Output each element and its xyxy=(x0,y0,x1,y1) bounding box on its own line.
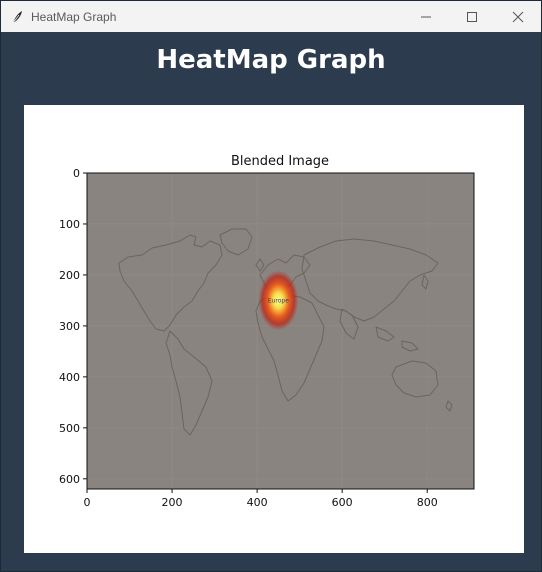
y-tick-label: 200 xyxy=(59,269,80,282)
window-title: HeatMap Graph xyxy=(31,9,117,24)
minimize-icon[interactable] xyxy=(403,1,449,32)
close-icon[interactable] xyxy=(495,1,541,32)
plot-area: Europe xyxy=(87,173,474,489)
y-axis: 0 100 200 300 400 500 600 xyxy=(59,167,87,486)
title-bar[interactable]: HeatMap Graph xyxy=(1,1,541,32)
chart-canvas: Blended Image Europe 0 200 400 600 800 0… xyxy=(24,105,524,553)
y-tick-label: 600 xyxy=(59,473,80,486)
heatmap-chart: Blended Image Europe 0 200 400 600 800 0… xyxy=(59,154,475,509)
y-tick-label: 500 xyxy=(59,422,80,435)
feather-icon xyxy=(9,9,25,25)
y-tick-label: 400 xyxy=(59,371,80,384)
x-tick-label: 800 xyxy=(417,496,438,509)
x-tick-label: 0 xyxy=(84,496,91,509)
maximize-icon[interactable] xyxy=(449,1,495,32)
chart-title: Blended Image xyxy=(231,154,329,169)
page-title: HeatMap Graph xyxy=(156,45,386,75)
map-background xyxy=(87,173,474,489)
x-tick-label: 200 xyxy=(162,496,183,509)
hotspot-label: Europe xyxy=(268,297,289,304)
y-tick-label: 0 xyxy=(73,167,80,180)
window-controls xyxy=(403,1,541,32)
x-tick-label: 400 xyxy=(247,496,268,509)
x-axis: 0 200 400 600 800 xyxy=(84,489,438,509)
y-tick-label: 100 xyxy=(59,218,80,231)
app-window: HeatMap Graph HeatMap Graph Blended Imag… xyxy=(0,0,542,572)
x-tick-label: 600 xyxy=(332,496,353,509)
y-tick-label: 300 xyxy=(59,320,80,333)
